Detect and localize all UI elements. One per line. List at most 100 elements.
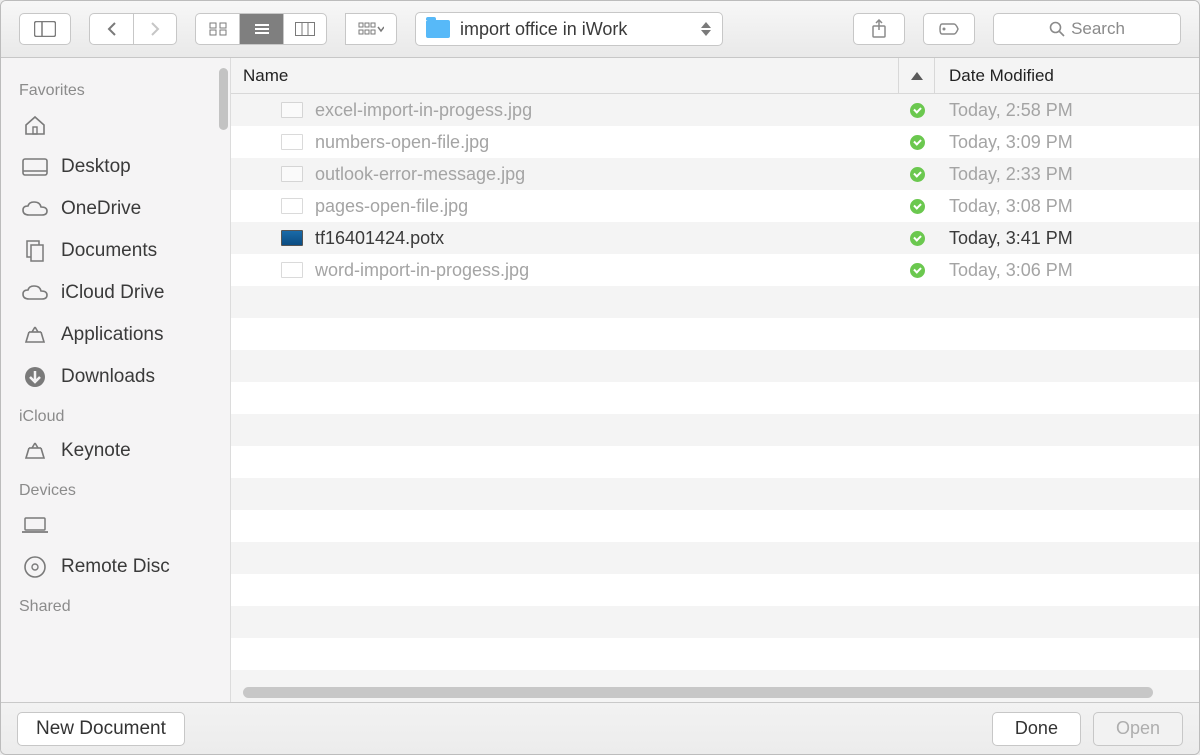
tags-button[interactable]: [923, 13, 975, 45]
sidebar-item-label: Applications: [61, 324, 163, 346]
file-date: Today, 2:58 PM: [935, 100, 1199, 121]
sidebar-toggle-button[interactable]: [19, 13, 71, 45]
empty-row: [231, 286, 1199, 318]
icon-view-button[interactable]: [195, 13, 239, 45]
file-row[interactable]: numbers-open-file.jpg Today, 3:09 PM: [231, 126, 1199, 158]
open-button[interactable]: Open: [1093, 712, 1183, 746]
desktop-icon: [21, 155, 49, 179]
empty-row: [231, 478, 1199, 510]
empty-row: [231, 414, 1199, 446]
column-view-icon: [295, 22, 315, 36]
empty-row: [231, 318, 1199, 350]
file-date: Today, 3:08 PM: [935, 196, 1199, 217]
share-button[interactable]: [853, 13, 905, 45]
synced-icon: [910, 199, 925, 214]
empty-row: [231, 350, 1199, 382]
apps-icon: [21, 439, 49, 463]
file-name: tf16401424.potx: [315, 228, 444, 249]
file-name-cell: pages-open-file.jpg: [231, 196, 899, 217]
sidebar-heading: Shared: [1, 594, 230, 620]
column-headers: Name Date Modified: [231, 58, 1199, 94]
file-thumbnail-icon: [281, 262, 303, 278]
file-row[interactable]: tf16401424.potxToday, 3:41 PM: [231, 222, 1199, 254]
empty-row: [231, 574, 1199, 606]
arrange-group: [345, 13, 397, 45]
cloud-icon: [21, 281, 49, 305]
toolbar: import office in iWork Searc: [1, 1, 1199, 58]
sidebar-scrollbar[interactable]: [219, 68, 228, 130]
sidebar-item[interactable]: iCloud Drive: [1, 272, 230, 314]
synced-icon: [910, 167, 925, 182]
search-field[interactable]: Search: [993, 13, 1181, 45]
file-browser: Name Date Modified excel-import-in-proge…: [231, 58, 1199, 702]
file-list: excel-import-in-progess.jpg Today, 2:58 P…: [231, 94, 1199, 702]
sidebar-item[interactable]: [1, 504, 230, 546]
folder-stepper-icon: [698, 22, 714, 36]
sidebar-heading: Devices: [1, 478, 230, 504]
sidebar-item[interactable]: [1, 104, 230, 146]
sidebar-item[interactable]: Documents: [1, 230, 230, 272]
sidebar: FavoritesDesktopOneDriveDocumentsiCloud …: [1, 58, 231, 702]
folder-picker[interactable]: import office in iWork: [415, 12, 723, 46]
synced-icon: [910, 103, 925, 118]
folder-icon: [426, 20, 450, 38]
new-document-button[interactable]: New Document: [17, 712, 185, 746]
list-view-button[interactable]: [239, 13, 283, 45]
file-row[interactable]: pages-open-file.jpg Today, 3:08 PM: [231, 190, 1199, 222]
sidebar-item-label: Documents: [61, 240, 157, 262]
sidebar-item[interactable]: OneDrive: [1, 188, 230, 230]
documents-icon: [21, 239, 49, 263]
arrange-button[interactable]: [345, 13, 397, 45]
column-name[interactable]: Name: [231, 58, 899, 93]
sidebar-item[interactable]: Desktop: [1, 146, 230, 188]
back-button[interactable]: [89, 13, 133, 45]
sidebar-item[interactable]: Remote Disc: [1, 546, 230, 588]
cloud-icon: [21, 197, 49, 221]
footer: New Document Done Open: [1, 702, 1199, 754]
sidebar-item[interactable]: Keynote: [1, 430, 230, 472]
laptop-icon: [21, 513, 49, 537]
sidebar-item-label: Downloads: [61, 366, 155, 388]
file-row[interactable]: word-import-in-progess.jpg Today, 3:06 PM: [231, 254, 1199, 286]
sync-status: [899, 103, 935, 118]
file-thumbnail-icon: [281, 198, 303, 214]
sidebar-heading: iCloud: [1, 404, 230, 430]
sidebar-item[interactable]: Downloads: [1, 356, 230, 398]
file-date: Today, 3:09 PM: [935, 132, 1199, 153]
horizontal-scrollbar[interactable]: [243, 687, 1153, 698]
folder-title: import office in iWork: [460, 19, 688, 40]
file-thumbnail-icon: [281, 102, 303, 118]
file-name: word-import-in-progess.jpg: [315, 260, 529, 281]
sidebar-item-label: OneDrive: [61, 198, 141, 220]
chevron-left-icon: [106, 21, 118, 37]
search-icon: [1049, 21, 1065, 37]
column-sort-indicator[interactable]: [899, 58, 935, 93]
file-name-cell: word-import-in-progess.jpg: [231, 260, 899, 281]
forward-button[interactable]: [133, 13, 177, 45]
file-name-cell: excel-import-in-progess.jpg: [231, 100, 899, 121]
download-icon: [21, 365, 49, 389]
sync-status: [899, 167, 935, 182]
file-date: Today, 2:33 PM: [935, 164, 1199, 185]
file-row[interactable]: excel-import-in-progess.jpg Today, 2:58 P…: [231, 94, 1199, 126]
tag-icon: [938, 21, 960, 37]
column-view-button[interactable]: [283, 13, 327, 45]
empty-row: [231, 510, 1199, 542]
sidebar-item-label: Desktop: [61, 156, 131, 178]
file-row[interactable]: outlook-error-message.jpgToday, 2:33 PM: [231, 158, 1199, 190]
nav-group: [89, 13, 177, 45]
file-date: Today, 3:06 PM: [935, 260, 1199, 281]
file-thumbnail-icon: [281, 134, 303, 150]
arrange-icon: [358, 22, 384, 36]
view-mode-group: [195, 13, 327, 45]
sidebar-item[interactable]: Applications: [1, 314, 230, 356]
empty-row: [231, 382, 1199, 414]
file-name: numbers-open-file.jpg: [315, 132, 489, 153]
list-view-icon: [253, 22, 271, 36]
done-button[interactable]: Done: [992, 712, 1081, 746]
column-date-modified[interactable]: Date Modified: [935, 58, 1199, 93]
sync-status: [899, 263, 935, 278]
empty-row: [231, 446, 1199, 478]
file-name: excel-import-in-progess.jpg: [315, 100, 532, 121]
sync-status: [899, 231, 935, 246]
